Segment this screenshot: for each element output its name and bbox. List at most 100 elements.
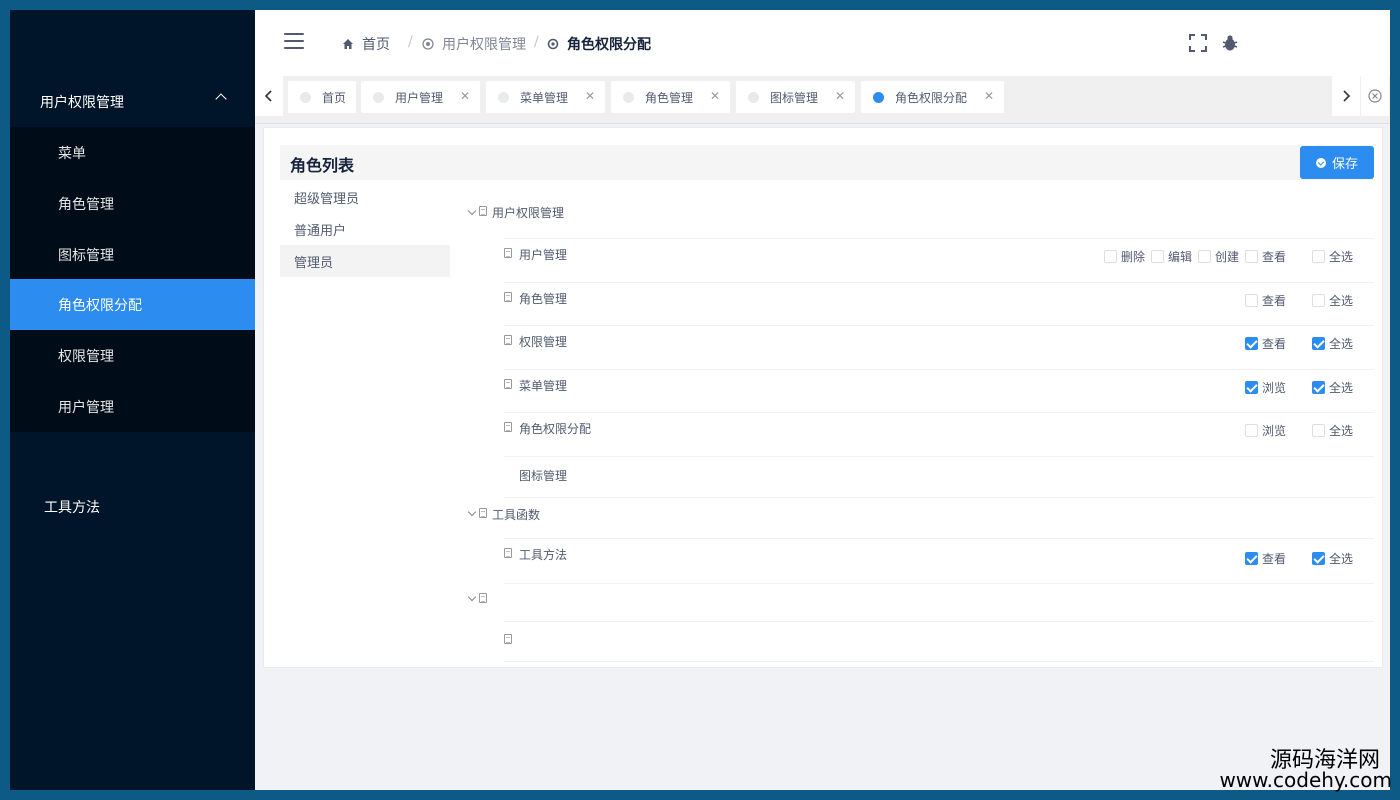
save-button-label: 保存 — [1331, 156, 1358, 171]
tree-node-label: 用户权限管理 — [492, 206, 565, 220]
category-icon — [422, 38, 434, 50]
tree-node-label: 权限管理 — [519, 335, 568, 349]
chevron-left-icon — [265, 90, 272, 102]
close-icon[interactable]: ✕ — [460, 89, 470, 103]
checkbox-label: 编辑 — [1168, 250, 1193, 264]
tabs-scroll-right-button[interactable] — [1332, 76, 1360, 116]
tree-node-label: 用户管理 — [519, 248, 568, 262]
file-icon — [504, 422, 512, 432]
checkbox-label: 查看 — [1262, 250, 1287, 264]
checkbox-view[interactable]: 查看 — [1245, 335, 1286, 352]
checkbox-view[interactable]: 查看 — [1245, 550, 1286, 567]
sidebar-item-label: 用户管理 — [58, 399, 114, 416]
tab-label: 角色权限分配 — [895, 90, 968, 105]
close-all-tabs-button[interactable] — [1361, 76, 1389, 116]
chevron-down-icon[interactable] — [467, 592, 477, 602]
tab-user-manage[interactable]: 用户管理 ✕ — [361, 81, 480, 113]
sidebar-item-role-manage[interactable]: 角色管理 — [10, 178, 255, 229]
tree-node-label: 图标管理 — [519, 469, 568, 483]
tab-label: 菜单管理 — [520, 90, 569, 105]
role-label: 普通用户 — [294, 223, 347, 239]
tab-home[interactable]: 首页 — [288, 81, 356, 113]
tab-status-dot — [748, 91, 759, 103]
checkbox-box — [1312, 381, 1325, 394]
breadcrumb-user-permission[interactable]: 用户权限管理 — [422, 34, 526, 54]
sidebar-group-label: 工具方法 — [44, 500, 100, 516]
sidebar-item-label: 图标管理 — [58, 247, 114, 264]
sidebar-item-label: 角色管理 — [58, 196, 114, 213]
sidebar-item-label: 菜单 — [58, 145, 86, 162]
close-icon[interactable]: ✕ — [585, 89, 595, 103]
sidebar-group-user-permission[interactable]: 用户权限管理 — [10, 77, 255, 127]
checkbox-box — [1312, 250, 1325, 263]
chevron-down-icon[interactable] — [467, 206, 477, 216]
checkbox-label: 删除 — [1121, 250, 1146, 264]
role-item-normal-user[interactable]: 普通用户 — [280, 213, 450, 245]
tree-node-role-permission: 角色权限分配 浏览 全选 — [504, 413, 1374, 457]
checkbox-select-all[interactable]: 全选 — [1312, 550, 1353, 567]
breadcrumb-separator: / — [408, 34, 413, 50]
role-label: 超级管理员 — [294, 191, 360, 207]
tree-node-icon-manage: 图标管理 — [504, 457, 1374, 498]
tab-menu-manage[interactable]: 菜单管理 ✕ — [486, 81, 605, 113]
sidebar: 用户权限管理 菜单 角色管理 图标管理 角色权限分配 权限管理 用户管理 工具方… — [10, 10, 255, 790]
tab-status-dot — [300, 91, 311, 103]
checkbox-label: 全选 — [1329, 552, 1354, 566]
tab-role-manage[interactable]: 角色管理 ✕ — [611, 81, 730, 113]
tab-status-dot — [373, 91, 384, 103]
menu-toggle-icon[interactable] — [284, 33, 304, 49]
close-icon[interactable]: ✕ — [710, 89, 720, 103]
bug-icon[interactable] — [1221, 34, 1239, 52]
sidebar-item-user-manage[interactable]: 用户管理 — [10, 381, 255, 432]
chevron-down-icon[interactable] — [467, 507, 477, 517]
breadcrumb-home[interactable]: 首页 — [342, 34, 390, 54]
checkbox-label: 全选 — [1329, 250, 1354, 264]
checkbox-label: 查看 — [1262, 337, 1287, 351]
close-icon[interactable]: ✕ — [984, 89, 994, 103]
tree-node-label: 工具函数 — [492, 508, 541, 522]
checkbox-browse[interactable]: 浏览 — [1245, 379, 1286, 396]
checkbox-select-all[interactable]: 全选 — [1312, 422, 1353, 439]
checkbox-delete[interactable]: 删除 — [1104, 248, 1145, 265]
checkbox-box — [1312, 424, 1325, 437]
checkbox-select-all[interactable]: 全选 — [1312, 248, 1353, 265]
tab-label: 图标管理 — [770, 90, 819, 105]
circle-close-icon — [1368, 89, 1382, 103]
checkbox-select-all[interactable]: 全选 — [1312, 292, 1353, 309]
sidebar-item-role-permission[interactable]: 角色权限分配 — [10, 279, 255, 330]
sidebar-item-permission-manage[interactable]: 权限管理 — [10, 330, 255, 381]
checkbox-box — [1245, 381, 1258, 394]
checkbox-label: 查看 — [1262, 294, 1287, 308]
checkbox-box — [1151, 250, 1164, 263]
checkbox-edit[interactable]: 编辑 — [1151, 248, 1192, 265]
sidebar-item-menu[interactable]: 菜单 — [10, 127, 255, 178]
tree-node-user-permission: 用户权限管理 — [467, 196, 1374, 239]
checkbox-create[interactable]: 创建 — [1198, 248, 1239, 265]
role-item-super-admin[interactable]: 超级管理员 — [280, 181, 450, 213]
sidebar-group-tools[interactable]: 工具方法 — [10, 482, 255, 532]
checkbox-view[interactable]: 查看 — [1245, 248, 1286, 265]
settings-icon — [547, 38, 559, 50]
chevron-up-icon — [215, 93, 227, 105]
checkbox-browse[interactable]: 浏览 — [1245, 422, 1286, 439]
checkbox-select-all[interactable]: 全选 — [1312, 335, 1353, 352]
close-icon[interactable]: ✕ — [835, 89, 845, 103]
watermark-url: www.codehy.com — [1219, 768, 1392, 792]
checkbox-box — [1312, 552, 1325, 565]
checkbox-select-all[interactable]: 全选 — [1312, 379, 1353, 396]
tree-node-label: 角色管理 — [519, 292, 568, 306]
check-circle-icon — [1315, 157, 1326, 168]
tab-role-permission[interactable]: 角色权限分配 ✕ — [861, 81, 1004, 113]
sidebar-item-icon-manage[interactable]: 图标管理 — [10, 229, 255, 280]
tabs-scroll-left-button[interactable] — [255, 76, 283, 116]
tree-node-role-manage: 角色管理 查看 全选 — [504, 283, 1374, 326]
save-button[interactable]: 保存 — [1300, 146, 1374, 179]
tab-icon-manage[interactable]: 图标管理 ✕ — [736, 81, 855, 113]
checkbox-label: 全选 — [1329, 294, 1354, 308]
tree-node-permission-manage: 权限管理 查看 全选 — [504, 326, 1374, 370]
tab-label: 用户管理 — [395, 90, 444, 105]
sidebar-group-label: 用户权限管理 — [40, 95, 124, 111]
role-item-admin[interactable]: 管理员 — [280, 245, 450, 277]
checkbox-view[interactable]: 查看 — [1245, 292, 1286, 309]
fullscreen-icon[interactable] — [1189, 34, 1207, 52]
